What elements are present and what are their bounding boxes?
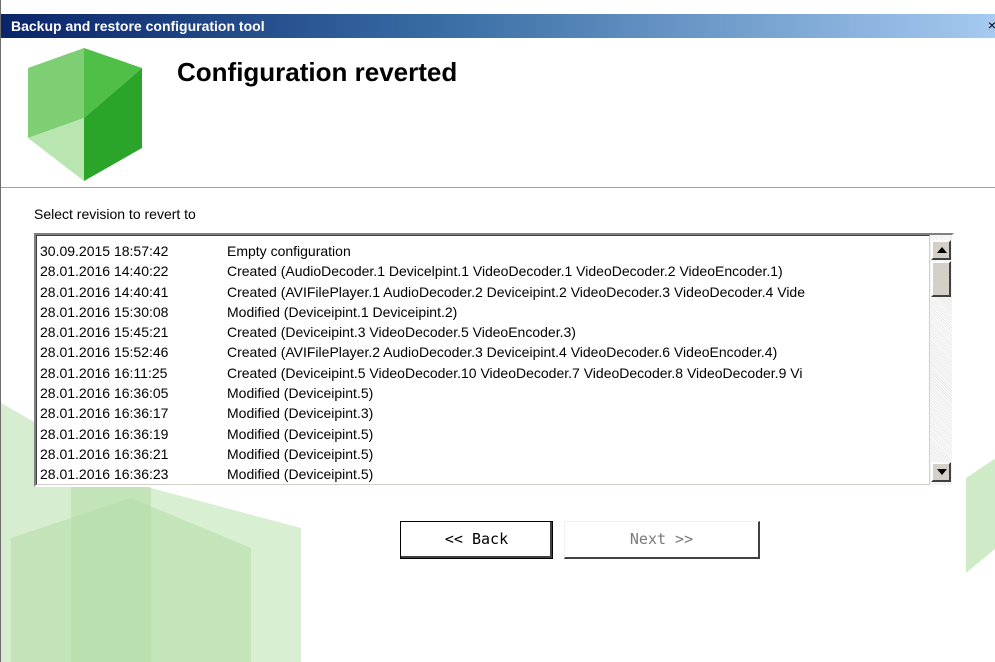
revision-list-items: 30.09.2015 18:57:42 Empty configuration 2… (36, 235, 930, 485)
revision-timestamp: 28.01.2016 16:36:05 (40, 385, 169, 402)
revision-description: Created (Deviceipint.5 VideoDecoder.10 V… (227, 364, 803, 381)
revision-description: Modified (Deviceipint.5) (227, 425, 374, 442)
revision-description: Modified (Deviceipint.1 Deviceipint.2) (227, 303, 458, 320)
revision-timestamp: 28.01.2016 14:40:41 (40, 283, 169, 300)
list-item[interactable]: 28.01.2016 16:11:25 Created (Deviceipint.… (37, 363, 929, 383)
revision-description: Created (Deviceipint.3 VideoDecoder.5 Vi… (227, 324, 576, 341)
dialog-window: Backup and restore configuration tool × … (0, 0, 995, 662)
list-item[interactable]: 28.01.2016 16:36:23 Modified (Deviceipint… (37, 464, 929, 484)
list-item[interactable]: 28.01.2016 15:30:08 Modified (Deviceipint… (37, 302, 929, 322)
back-button[interactable]: << Back (400, 521, 553, 559)
top-strip (1, 0, 995, 14)
list-item[interactable]: 30.09.2015 18:57:42 Empty configuration (37, 241, 929, 261)
revision-description: Empty configuration (227, 243, 351, 259)
revision-timestamp: 28.01.2016 16:36:23 (40, 466, 169, 483)
next-button[interactable]: Next >> (564, 521, 760, 559)
revision-timestamp: 28.01.2016 15:30:08 (40, 303, 169, 320)
revision-timestamp: 28.01.2016 14:40:22 (40, 263, 169, 280)
revision-description: Created (AVIFilePlayer.2 AudioDecoder.3 … (227, 344, 778, 361)
title-bar[interactable]: Backup and restore configuration tool × (1, 14, 995, 38)
list-item[interactable]: 28.01.2016 14:40:41 Created (AVIFilePlaye… (37, 282, 929, 302)
revision-timestamp: 28.01.2016 16:11:25 (40, 364, 168, 381)
revision-timestamp: 28.01.2016 15:45:21 (40, 324, 169, 341)
revision-timestamp: 28.01.2016 16:36:21 (40, 445, 169, 462)
revision-description: Modified (Deviceipint.5) (227, 385, 374, 402)
list-item[interactable]: 28.01.2016 14:40:22 Created (AudioDecoder… (37, 261, 929, 281)
list-item[interactable]: 28.01.2016 15:52:46 Created (AVIFilePlaye… (37, 342, 929, 362)
revision-description: Modified (Deviceipint.5) (227, 445, 374, 462)
list-item[interactable]: 28.01.2016 16:36:21 Modified (Deviceipint… (37, 444, 929, 464)
revision-description: Created (AVIFilePlayer.1 AudioDecoder.2 … (227, 283, 805, 300)
vertical-scrollbar[interactable] (930, 235, 952, 485)
page-title: Configuration reverted (177, 57, 458, 87)
scroll-down-arrow-icon (937, 469, 947, 475)
revision-timestamp: 28.01.2016 16:36:19 (40, 425, 169, 442)
scroll-up-arrow-icon (937, 247, 947, 253)
revision-description: Modified (Deviceipint.5) (227, 466, 374, 483)
wizard-body: Select revision to revert to 30.09.2015 … (1, 188, 995, 662)
revision-timestamp: 30.09.2015 18:57:42 (40, 243, 169, 259)
scroll-down-button[interactable] (931, 462, 951, 482)
window-title: Backup and restore configuration tool (11, 18, 265, 34)
list-item[interactable]: 28.01.2016 16:36:17 Modified (Deviceipint… (37, 403, 929, 423)
list-item[interactable]: 28.01.2016 16:36:05 Modified (Deviceipint… (37, 383, 929, 403)
revision-timestamp: 28.01.2016 15:52:46 (40, 344, 169, 361)
list-item[interactable]: 28.01.2016 15:45:21 Created (Deviceipint.… (37, 322, 929, 342)
list-item[interactable]: 28.01.2016 16:36:19 Modified (Deviceipint… (37, 424, 929, 444)
green-cube-logo-icon (28, 48, 142, 181)
wizard-header: Configuration reverted (1, 38, 995, 188)
revision-description: Created (AudioDecoder.1 Devicelpint.1 Vi… (227, 263, 783, 280)
scroll-up-button[interactable] (931, 240, 951, 260)
revision-listbox[interactable]: 30.09.2015 18:57:42 Empty configuration 2… (34, 233, 954, 487)
select-revision-label: Select revision to revert to (34, 206, 196, 222)
scrollbar-thumb[interactable] (931, 261, 951, 297)
revision-description: Modified (Deviceipint.3) (227, 405, 374, 422)
close-icon[interactable]: × (984, 17, 995, 33)
revision-timestamp: 28.01.2016 16:36:17 (40, 405, 169, 422)
